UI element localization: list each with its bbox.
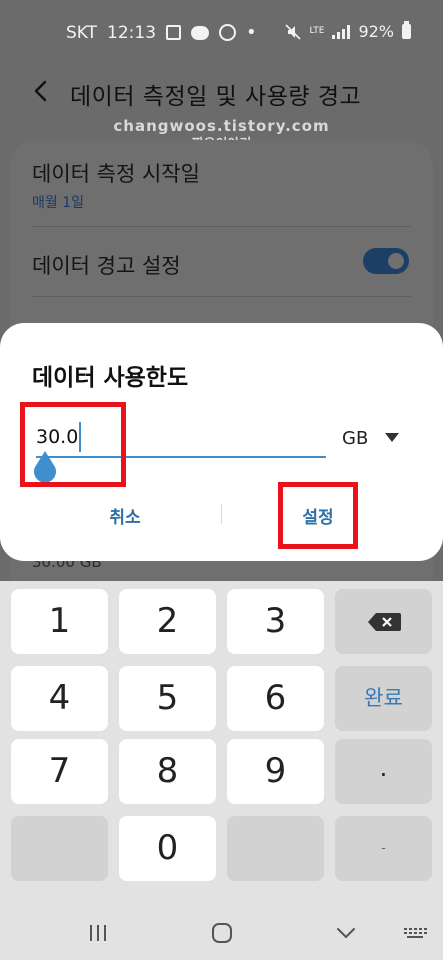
key-7[interactable]: 7 (11, 739, 108, 804)
app-header: 데이터 측정일 및 사용량 경고 (0, 64, 443, 124)
numeric-keyboard: 1 2 3 4 5 6 완료 7 8 9 . 0 - (0, 581, 443, 910)
signal-icon (332, 24, 351, 39)
toggle-knob (386, 251, 406, 271)
set-button[interactable]: 설정 (286, 503, 350, 533)
status-left: SKT 12:13 • (66, 22, 257, 43)
cursor-handle-icon[interactable] (32, 451, 58, 483)
key-3[interactable]: 3 (227, 589, 324, 654)
mute-icon (285, 23, 302, 40)
more-notifications-dot: • (246, 22, 257, 43)
unit-select-label[interactable]: GB (342, 428, 368, 449)
navigation-bar (0, 910, 443, 960)
key-4[interactable]: 4 (11, 666, 108, 731)
button-divider (221, 504, 222, 524)
decimal-key[interactable]: . (335, 739, 432, 804)
warning-toggle[interactable] (363, 248, 409, 274)
carrier-label: SKT (66, 22, 98, 43)
key-0[interactable]: 0 (119, 816, 216, 881)
setting-warning-title[interactable]: 데이터 경고 설정 (32, 250, 181, 280)
status-right: LTE 92% (285, 21, 411, 41)
key-9[interactable]: 9 (227, 739, 324, 804)
talk-icon (191, 25, 210, 40)
blank-key-left (11, 816, 108, 881)
key-8[interactable]: 8 (119, 739, 216, 804)
dialog-title: 데이터 사용한도 (32, 365, 189, 391)
battery-icon (402, 21, 411, 39)
cancel-button[interactable]: 취소 (80, 503, 170, 533)
key-6[interactable]: 6 (227, 666, 324, 731)
limit-input-container[interactable] (36, 419, 326, 459)
recents-icon[interactable] (86, 922, 110, 944)
blank-key-right (227, 816, 324, 881)
setting-start-date-value: 매월 1일 (32, 195, 84, 211)
battery-percent: 92% (358, 22, 394, 41)
backspace-icon (368, 613, 401, 631)
clock: 12:13 (107, 22, 157, 43)
hide-keyboard-icon[interactable] (334, 922, 358, 944)
input-underline (36, 456, 326, 458)
dropdown-caret-icon[interactable] (385, 433, 399, 442)
key-1[interactable]: 1 (11, 589, 108, 654)
location-icon (219, 24, 237, 41)
backspace-key[interactable] (335, 589, 432, 654)
back-arrow-icon[interactable] (30, 78, 54, 104)
divider (32, 226, 411, 227)
text-cursor (79, 422, 81, 452)
keyboard-icon[interactable] (402, 922, 428, 944)
gallery-icon (166, 25, 182, 40)
status-bar: SKT 12:13 • LTE 92% (0, 0, 443, 64)
data-limit-dialog: 데이터 사용한도 GB 취소 설정 (0, 323, 443, 561)
minus-key[interactable]: - (335, 816, 432, 881)
setting-start-date-title[interactable]: 데이터 측정 시작일 (32, 158, 200, 188)
done-key[interactable]: 완료 (335, 666, 432, 731)
home-icon[interactable] (211, 922, 233, 944)
page-title: 데이터 측정일 및 사용량 경고 (70, 84, 362, 110)
divider (32, 296, 411, 297)
key-5[interactable]: 5 (119, 666, 216, 731)
network-type-label: LTE (309, 26, 325, 36)
key-2[interactable]: 2 (119, 589, 216, 654)
